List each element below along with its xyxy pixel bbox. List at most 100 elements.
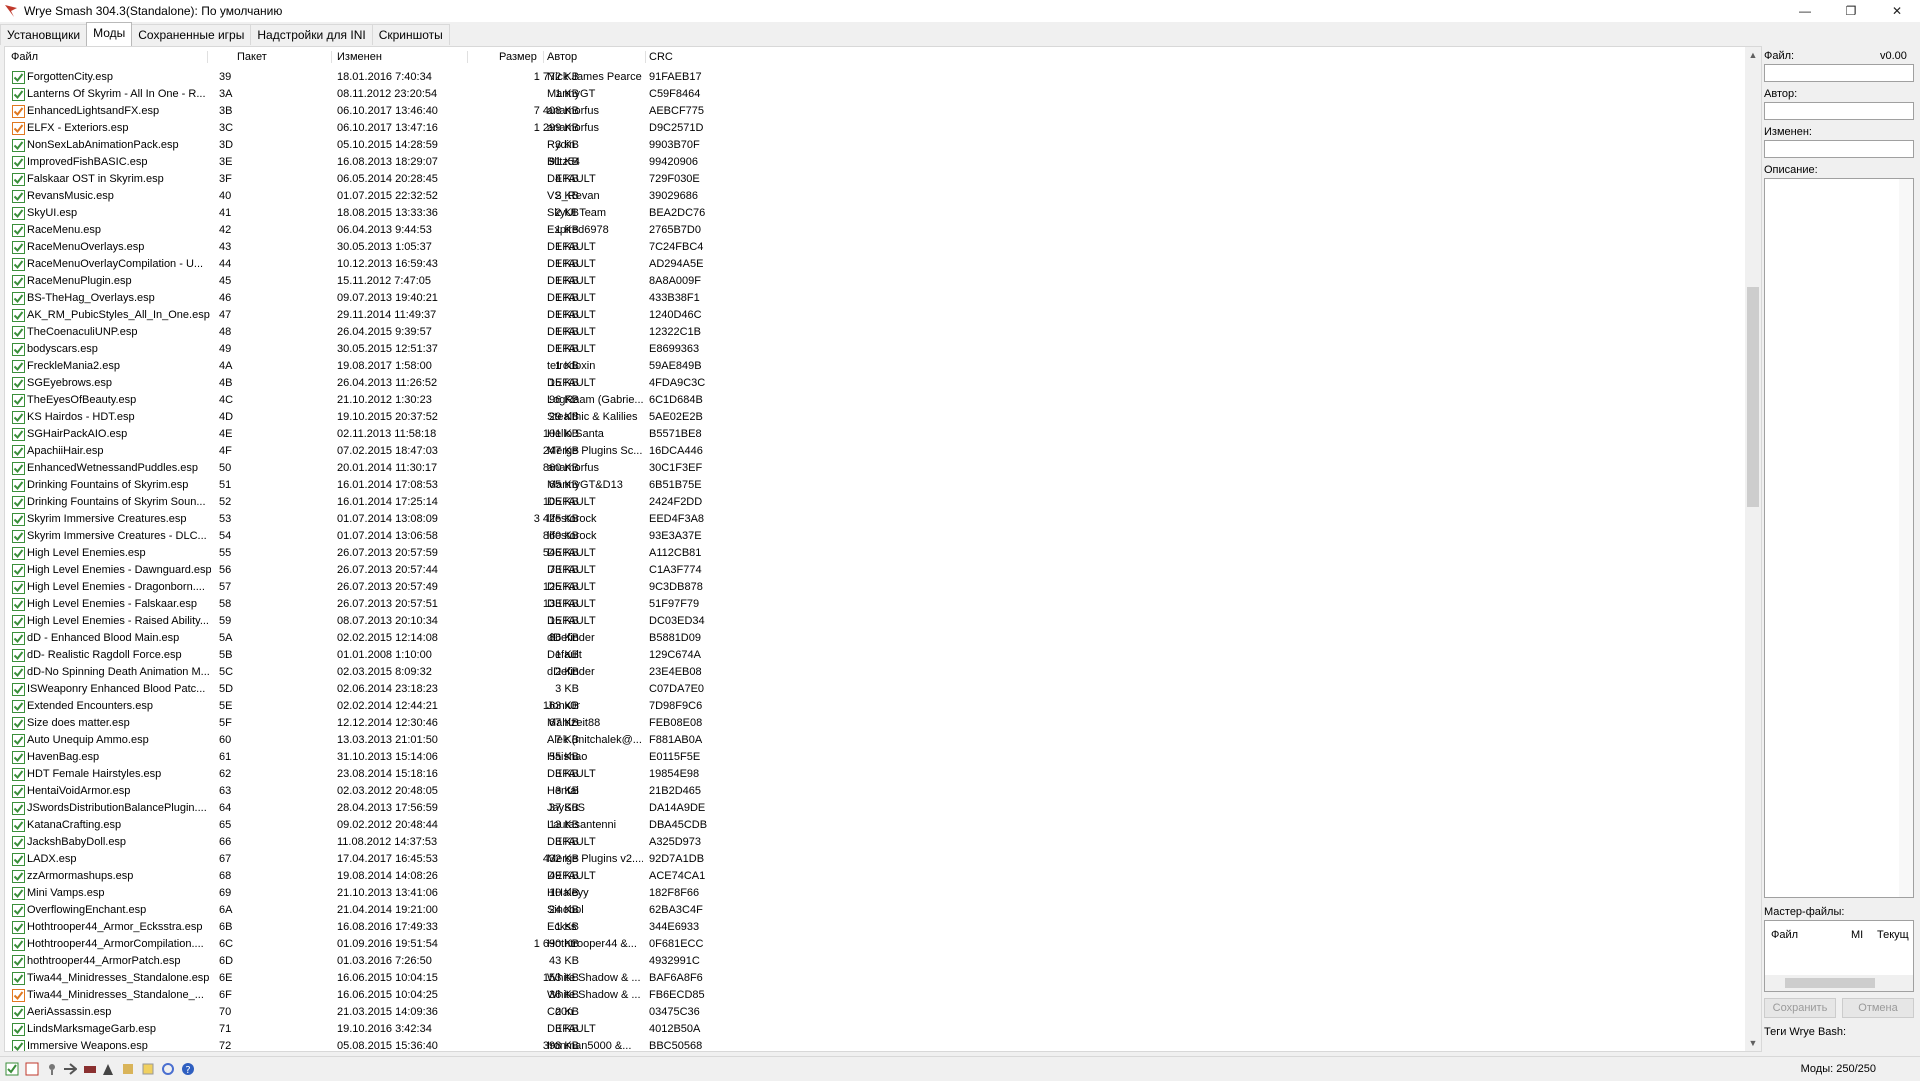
column-header-author[interactable]: Автор xyxy=(547,51,577,63)
mod-checkbox[interactable] xyxy=(12,462,25,475)
table-row[interactable]: RaceMenuOverlayCompilation - U... 44 10.12… xyxy=(5,256,1745,273)
table-row[interactable]: EnhancedWetnessandPuddles.esp 50 20.01.201… xyxy=(5,460,1745,477)
mod-checkbox[interactable] xyxy=(12,173,25,186)
mod-checkbox[interactable] xyxy=(12,700,25,713)
table-row[interactable]: HavenBag.esp 61 31.10.2013 15:14:06 55 KB Ha… xyxy=(5,749,1745,766)
table-row[interactable]: dD - Enhanced Blood Main.esp 5A 02.02.2015… xyxy=(5,630,1745,647)
table-row[interactable]: RevansMusic.esp 40 01.07.2015 22:32:52 2 KB… xyxy=(5,188,1745,205)
mod-checkbox[interactable] xyxy=(12,530,25,543)
pin-icon[interactable] xyxy=(44,1061,60,1077)
table-row[interactable]: FreckleMania2.esp 4A 19.08.2017 1:58:00 1 K… xyxy=(5,358,1745,375)
table-row[interactable]: hothtrooper44_ArmorPatch.esp 6D 01.03.2016… xyxy=(5,953,1745,970)
modified-field[interactable] xyxy=(1764,140,1914,158)
table-row[interactable]: Skyrim Immersive Creatures - DLC... 54 01.… xyxy=(5,528,1745,545)
close-button[interactable]: ✕ xyxy=(1874,0,1920,22)
mod-checkbox[interactable] xyxy=(12,989,25,1002)
table-row[interactable]: RaceMenu.esp 42 06.04.2013 9:44:53 1 KB Expi… xyxy=(5,222,1745,239)
masters-scrollbar[interactable] xyxy=(1765,975,1913,991)
column-divider[interactable] xyxy=(467,51,468,63)
mod-checkbox[interactable] xyxy=(12,360,25,373)
table-row[interactable]: dD-No Spinning Death Animation M... 5C 02.… xyxy=(5,664,1745,681)
table-row[interactable]: High Level Enemies.esp 55 26.07.2013 20:57… xyxy=(5,545,1745,562)
tab-mods[interactable]: Моды xyxy=(86,22,133,46)
table-row[interactable]: Falskaar OST in Skyrim.esp 3F 06.05.2014 2… xyxy=(5,171,1745,188)
table-row[interactable]: dD- Realistic Ragdoll Force.esp 5B 01.01.2… xyxy=(5,647,1745,664)
mod-checkbox[interactable] xyxy=(12,241,25,254)
mod-checkbox[interactable] xyxy=(12,887,25,900)
mod-checkbox[interactable] xyxy=(12,1006,25,1019)
mod-checkbox[interactable] xyxy=(12,751,25,764)
mod-checkbox[interactable] xyxy=(12,666,25,679)
mod-checkbox[interactable] xyxy=(12,122,25,135)
mod-checkbox[interactable] xyxy=(12,411,25,424)
check-all-icon[interactable] xyxy=(4,1061,20,1077)
mod-checkbox[interactable] xyxy=(12,802,25,815)
description-scrollbar[interactable] xyxy=(1899,179,1913,897)
mod-checkbox[interactable] xyxy=(12,649,25,662)
table-row[interactable]: TheCoenaculiUNP.esp 48 26.04.2015 9:39:57 1… xyxy=(5,324,1745,341)
mod-checkbox[interactable] xyxy=(12,309,25,322)
mod-checkbox[interactable] xyxy=(12,496,25,509)
table-row[interactable]: KS Hairdos - HDT.esp 4D 19.10.2015 20:37:5… xyxy=(5,409,1745,426)
table-row[interactable]: TheEyesOfBeauty.esp 4C 21.10.2012 1:30:23 9… xyxy=(5,392,1745,409)
table-row[interactable]: OverflowingEnchant.esp 6A 21.04.2014 19:21… xyxy=(5,902,1745,919)
table-row[interactable]: zzArmormashups.esp 68 19.08.2014 14:08:26 4… xyxy=(5,868,1745,885)
tool-icon[interactable] xyxy=(62,1061,78,1077)
table-row[interactable]: High Level Enemies - Dragonborn.... 57 26.… xyxy=(5,579,1745,596)
mod-checkbox[interactable] xyxy=(12,1023,25,1036)
mod-checkbox[interactable] xyxy=(12,428,25,441)
mod-checkbox[interactable] xyxy=(12,105,25,118)
mod-checkbox[interactable] xyxy=(12,632,25,645)
mod-checkbox[interactable] xyxy=(12,156,25,169)
mod-checkbox[interactable] xyxy=(12,1040,25,1051)
column-header-file[interactable]: Файл xyxy=(11,51,38,63)
mod-checkbox[interactable] xyxy=(12,955,25,968)
table-row[interactable]: LADX.esp 67 17.04.2017 16:45:53 432 KB Merge… xyxy=(5,851,1745,868)
game-icon[interactable] xyxy=(100,1061,116,1077)
table-row[interactable]: ApachiiHair.esp 4F 07.02.2015 18:47:03 247 … xyxy=(5,443,1745,460)
table-row[interactable]: AK_RM_PubicStyles_All_In_One.esp 47 29.11.… xyxy=(5,307,1745,324)
scroll-down-arrow-icon[interactable]: ▼ xyxy=(1745,1035,1761,1051)
list-scrollbar[interactable]: ▲ ▼ xyxy=(1745,47,1761,1051)
table-row[interactable]: RaceMenuOverlays.esp 43 30.05.2013 1:05:37… xyxy=(5,239,1745,256)
mod-checkbox[interactable] xyxy=(12,190,25,203)
mod-checkbox[interactable] xyxy=(12,275,25,288)
column-header-modified[interactable]: Изменен xyxy=(337,51,382,63)
mod-checkbox[interactable] xyxy=(12,819,25,832)
minimize-button[interactable]: — xyxy=(1782,0,1828,22)
table-row[interactable]: Hothtrooper44_ArmorCompilation.... 6C 01.0… xyxy=(5,936,1745,953)
table-row[interactable]: Immersive Weapons.esp 72 05.08.2015 15:36:… xyxy=(5,1038,1745,1051)
mod-checkbox[interactable] xyxy=(12,479,25,492)
table-row[interactable]: Skyrim Immersive Creatures.esp 53 01.07.20… xyxy=(5,511,1745,528)
mod-checkbox[interactable] xyxy=(12,938,25,951)
mod-checkbox[interactable] xyxy=(12,853,25,866)
mod-checkbox[interactable] xyxy=(12,717,25,730)
table-row[interactable]: JSwordsDistributionBalancePlugin.... 64 28… xyxy=(5,800,1745,817)
table-row[interactable]: High Level Enemies - Falskaar.esp 58 26.07… xyxy=(5,596,1745,613)
mod-checkbox[interactable] xyxy=(12,734,25,747)
table-row[interactable]: NonSexLabAnimationPack.esp 3D 05.10.2015 1… xyxy=(5,137,1745,154)
scrollbar-thumb[interactable] xyxy=(1747,287,1759,507)
mod-checkbox[interactable] xyxy=(12,139,25,152)
table-row[interactable]: SGEyebrows.esp 4B 26.04.2013 11:26:52 15 KB… xyxy=(5,375,1745,392)
table-row[interactable]: bodyscars.esp 49 30.05.2015 12:51:37 1 KB DE… xyxy=(5,341,1745,358)
mod-checkbox[interactable] xyxy=(12,513,25,526)
masters-column-file[interactable]: Файл xyxy=(1771,929,1798,941)
mod-checkbox[interactable] xyxy=(12,445,25,458)
table-row[interactable]: LindsMarksmageGarb.esp 71 19.10.2016 3:42:… xyxy=(5,1021,1745,1038)
file-name-field[interactable] xyxy=(1764,64,1914,82)
table-row[interactable]: SGHairPackAIO.esp 4E 02.11.2013 11:58:18 10… xyxy=(5,426,1745,443)
help-icon[interactable]: ? xyxy=(180,1061,196,1077)
table-row[interactable]: Auto Unequip Ammo.esp 60 13.03.2013 21:01:… xyxy=(5,732,1745,749)
column-divider[interactable] xyxy=(331,51,332,63)
author-field[interactable] xyxy=(1764,102,1914,120)
table-row[interactable]: EnhancedLightsandFX.esp 3B 06.10.2017 13:4… xyxy=(5,103,1745,120)
table-row[interactable]: Hothtrooper44_Armor_Ecksstra.esp 6B 16.08.… xyxy=(5,919,1745,936)
description-textarea[interactable] xyxy=(1764,178,1914,898)
mod-checkbox[interactable] xyxy=(12,615,25,628)
table-row[interactable]: Lanterns Of Skyrim - All In One - R... 3A… xyxy=(5,86,1745,103)
mod-checkbox[interactable] xyxy=(12,326,25,339)
mod-checkbox[interactable] xyxy=(12,870,25,883)
table-row[interactable]: HDT Female Hairstyles.esp 62 23.08.2014 15… xyxy=(5,766,1745,783)
mod-checkbox[interactable] xyxy=(12,921,25,934)
